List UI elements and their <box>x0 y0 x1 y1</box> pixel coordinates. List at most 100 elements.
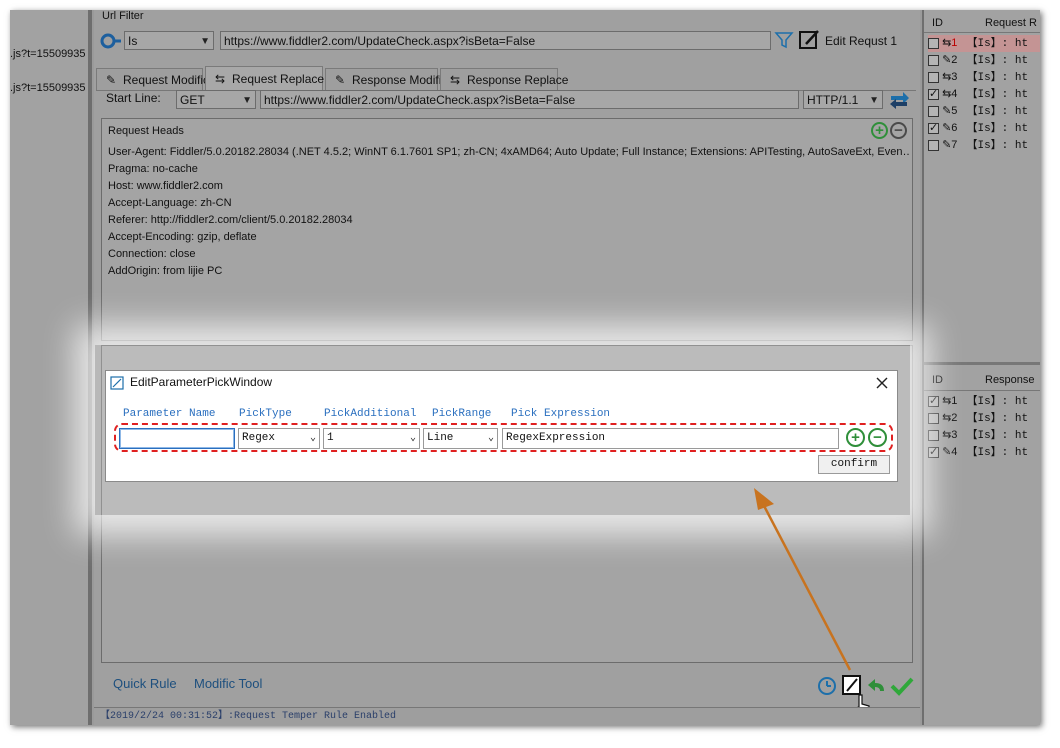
header-line: Accept-Language: zh-CN <box>108 197 232 209</box>
row-rule: 【Is】: ht <box>966 38 1029 50</box>
remove-header-button[interactable]: − <box>890 122 907 139</box>
row-checkbox[interactable] <box>928 54 939 66</box>
http-version-select[interactable]: HTTP/1.1 ▼ <box>803 90 883 109</box>
row-id: 3 <box>951 71 958 83</box>
url-filter-input[interactable]: https://www.fiddler2.com/UpdateCheck.asp… <box>220 31 771 50</box>
confirm-button[interactable]: confirm <box>818 455 890 474</box>
remove-row-button[interactable]: − <box>868 428 887 447</box>
method-select[interactable]: GET ▼ <box>176 90 256 109</box>
column-pick-additional: PickAdditional <box>324 408 417 420</box>
replace-icon: ⇆ <box>449 73 461 87</box>
replace-icon: ⇆ <box>942 395 952 407</box>
replace-icon: ⇆ <box>942 37 952 49</box>
list-item[interactable]: ⇆1 【Is】: ht <box>928 393 1028 410</box>
response-list-id-header: ID <box>932 374 943 386</box>
tab-response-modific[interactable]: ✎ Response Modific <box>325 68 447 90</box>
column-pick-expression: Pick Expression <box>511 408 611 420</box>
list-item[interactable]: ⇆2 【Is】: ht <box>928 410 1028 427</box>
list-item[interactable]: ⇆1 【Is】: ht <box>928 35 1040 52</box>
list-item[interactable]: ✎2 【Is】: ht <box>928 52 1028 69</box>
row-checkbox[interactable] <box>928 393 939 410</box>
row-id: 4 <box>951 446 958 458</box>
http-version-value: HTTP/1.1 <box>807 93 859 107</box>
left-pane <box>10 10 88 725</box>
tab-request-replace[interactable]: ⇆ Request Replace <box>205 66 325 90</box>
row-id: 4 <box>951 88 958 100</box>
row-rule: 【Is】: ht <box>966 396 1029 408</box>
replace-icon: ⇆ <box>942 429 952 441</box>
chevron-down-icon: ⌄ <box>487 433 494 444</box>
window-icon <box>110 376 124 390</box>
left-url-1[interactable]: .js?t=15509935 <box>10 46 86 63</box>
row-checkbox[interactable] <box>928 412 939 424</box>
pick-range-select[interactable]: Line ⌄ <box>423 428 498 449</box>
parameter-name-input[interactable] <box>119 428 235 449</box>
request-list-header-line <box>924 32 1040 33</box>
row-checkbox[interactable] <box>928 120 939 137</box>
check-icon[interactable] <box>890 675 914 697</box>
row-rule: 【Is】: ht <box>966 447 1029 459</box>
tab-response-replace[interactable]: ⇆ Response Replace <box>440 68 568 90</box>
request-list-id-header: ID <box>932 17 943 29</box>
filter-toggle-icon[interactable] <box>100 32 122 50</box>
list-item[interactable]: ✎7 【Is】: ht <box>928 137 1028 154</box>
row-id: 5 <box>951 105 958 117</box>
list-item[interactable]: ✎4 【Is】: ht <box>928 444 1028 461</box>
row-checkbox[interactable] <box>928 37 939 49</box>
row-checkbox[interactable] <box>928 429 939 441</box>
pick-expression-input[interactable]: RegexExpression <box>502 428 839 449</box>
row-checkbox[interactable] <box>928 105 939 117</box>
pick-range-value: Line <box>427 432 454 444</box>
pick-additional-select[interactable]: 1 ⌄ <box>323 428 420 449</box>
header-line: Accept-Encoding: gzip, deflate <box>108 231 257 243</box>
row-id: 3 <box>951 429 958 441</box>
row-rule: 【Is】: ht <box>966 106 1029 118</box>
response-list-rule-header: Response <box>985 374 1035 386</box>
list-item[interactable]: ⇆3 【Is】: ht <box>928 427 1028 444</box>
list-item[interactable]: ⇆3 【Is】: ht <box>928 69 1028 86</box>
pick-additional-value: 1 <box>327 432 334 444</box>
left-pane-divider[interactable] <box>88 10 92 725</box>
log-message: 【2019/2/24 00:31:52】:Request Temper Rule… <box>100 711 397 722</box>
row-rule: 【Is】: ht <box>966 55 1029 67</box>
filter-icon[interactable] <box>774 30 794 50</box>
pencil-icon: ✎ <box>942 139 952 151</box>
response-list-header-line <box>924 390 1040 391</box>
right-pane-splitter[interactable] <box>924 362 1040 365</box>
quick-rule-tab[interactable]: Quick Rule <box>113 675 177 692</box>
request-list-rule-header: Request R <box>985 17 1037 29</box>
header-line: Connection: close <box>108 248 196 260</box>
replace-icon: ⇆ <box>942 412 952 424</box>
match-type-select[interactable]: Is ▼ <box>124 31 214 50</box>
replace-icon: ⇆ <box>214 72 226 86</box>
chevron-down-icon: ⌄ <box>409 433 416 444</box>
row-id: 7 <box>951 139 958 151</box>
column-pick-type: PickType <box>239 408 292 420</box>
tab-label: Request Replace <box>232 72 325 86</box>
tab-label: Response Replace <box>467 73 569 87</box>
add-header-button[interactable]: + <box>871 122 888 139</box>
row-checkbox[interactable] <box>928 444 939 461</box>
request-heads-text[interactable]: User-Agent: Fiddler/5.0.20182.28034 (.NE… <box>108 144 910 280</box>
row-checkbox[interactable] <box>928 86 939 103</box>
header-line: User-Agent: Fiddler/5.0.20182.28034 (.NE… <box>108 146 910 158</box>
pick-type-select[interactable]: Regex ⌄ <box>238 428 320 449</box>
replace-icon: ⇆ <box>942 88 952 100</box>
modific-tool-tab[interactable]: Modific Tool <box>194 675 262 692</box>
add-row-button[interactable]: + <box>846 428 865 447</box>
list-item[interactable]: ✎5 【Is】: ht <box>928 103 1028 120</box>
column-parameter-name: Parameter Name <box>123 408 216 420</box>
row-checkbox[interactable] <box>928 71 939 83</box>
start-line-url-input[interactable]: https://www.fiddler2.com/UpdateCheck.asp… <box>260 90 799 109</box>
start-line-label: Start Line: <box>106 91 161 105</box>
row-checkbox[interactable] <box>928 139 939 151</box>
close-icon[interactable] <box>873 374 891 392</box>
row-rule: 【Is】: ht <box>966 413 1029 425</box>
left-url-2[interactable]: .js?t=15509935 <box>10 80 86 97</box>
edit-icon[interactable] <box>798 29 820 51</box>
list-item[interactable]: ✎6 【Is】: ht <box>928 120 1028 137</box>
list-item[interactable]: ⇆4 【Is】: ht <box>928 86 1028 103</box>
swap-icon[interactable] <box>888 90 910 110</box>
row-rule: 【Is】: ht <box>966 89 1029 101</box>
tab-request-modific[interactable]: ✎ Request Modific <box>96 68 209 90</box>
